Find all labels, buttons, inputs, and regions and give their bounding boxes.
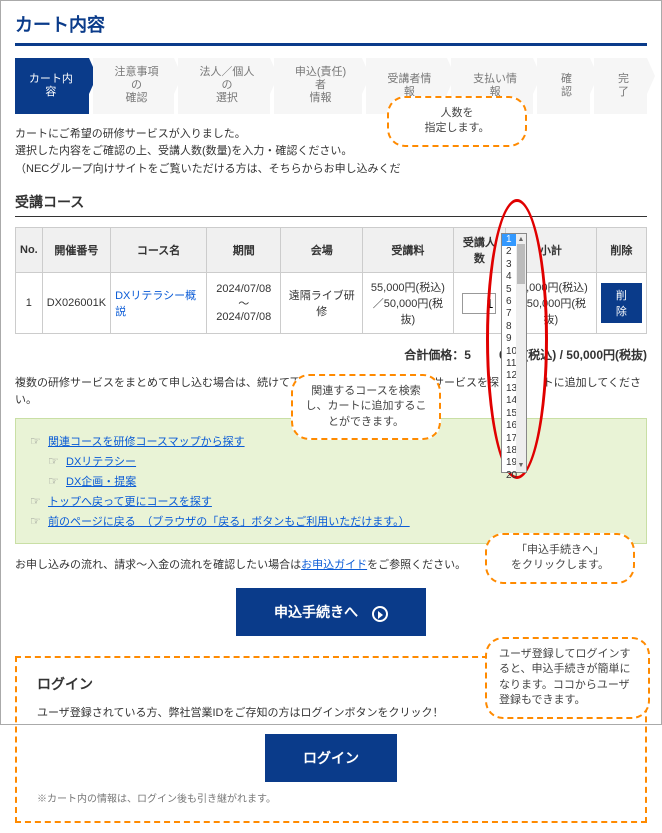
scrollbar[interactable] xyxy=(516,234,526,472)
th-fee: 受講料 xyxy=(363,228,454,273)
section-courses-heading: 受講コース xyxy=(15,192,647,217)
link-icon: ☞ xyxy=(30,494,44,508)
callout-quantity: 人数を指定します。 xyxy=(387,96,527,147)
login-button[interactable]: ログイン xyxy=(265,734,397,782)
step-confirm: 確認 xyxy=(537,58,590,114)
th-period: 期間 xyxy=(207,228,281,273)
intro-text: カートにご希望の研修サービスが入りました。 選択した内容をご確認の上、受講人数(… xyxy=(15,126,647,179)
page-title: カート内容 xyxy=(15,11,647,46)
cell-qty xyxy=(453,273,505,334)
link-icon: ☞ xyxy=(48,454,62,468)
link-icon: ☞ xyxy=(30,514,44,528)
courses-table: No. 開催番号 コース名 期間 会場 受講料 受講人数 小計 削除 1 DX0… xyxy=(15,227,647,334)
th-venue: 会場 xyxy=(281,228,363,273)
arrow-right-icon xyxy=(372,606,388,622)
progress-steps: カート内容 注意事項の確認 法人／個人の選択 申込(責任)者情報 受講者情報 支… xyxy=(15,58,647,114)
th-no: No. xyxy=(16,228,43,273)
total-price: 合計価格：500円(税込) / 50,000円(税抜) xyxy=(15,346,647,363)
related-map-link[interactable]: 関連コースを研修コースマップから探す xyxy=(48,436,245,448)
scrollbar-thumb[interactable] xyxy=(517,244,525,284)
link-icon: ☞ xyxy=(30,434,44,448)
step-done: 完了 xyxy=(594,58,647,114)
step-entity: 法人／個人の選択 xyxy=(178,58,269,114)
cell-no: 1 xyxy=(16,273,43,334)
related-dx-literacy-link[interactable]: DXリテラシー xyxy=(66,456,136,468)
related-dx-plan-link[interactable]: DX企画・提案 xyxy=(66,476,136,488)
callout-login: ユーザ登録してログインすると、申込手続きが簡単になります。ココからユーザ登録もで… xyxy=(485,637,650,719)
th-qty: 受講人数 xyxy=(453,228,505,273)
step-applicant: 申込(責任)者情報 xyxy=(274,58,362,114)
proceed-button[interactable]: 申込手続きへ xyxy=(236,588,426,636)
related-top-link[interactable]: トップへ戻って更にコースを探す xyxy=(48,496,212,508)
related-back-link[interactable]: 前のページに戻る （ブラウザの「戻る」ボタンもご利用いただけます。） xyxy=(48,516,410,528)
cell-fee: 55,000円(税込)／50,000円(税抜) xyxy=(363,273,454,334)
delete-button[interactable]: 削除 xyxy=(601,283,642,323)
step-notice: 注意事項の確認 xyxy=(93,58,175,114)
cell-delete: 削除 xyxy=(596,273,646,334)
cell-course-name[interactable]: DXリテラシー概説 xyxy=(111,273,207,334)
step-cart: カート内容 xyxy=(15,58,89,114)
th-del: 削除 xyxy=(596,228,646,273)
th-code: 開催番号 xyxy=(42,228,110,273)
table-row: 1 DX026001K DXリテラシー概説 2024/07/08～2024/07… xyxy=(16,273,647,334)
cell-code: DX026001K xyxy=(42,273,110,334)
cell-period: 2024/07/08～2024/07/08 xyxy=(207,273,281,334)
th-name: コース名 xyxy=(111,228,207,273)
login-note: ※カート内の情報は、ログイン後も引き継がれます。 xyxy=(37,790,625,805)
quantity-dropdown[interactable]: 1 2 3 4 5 6 7 8 9 10 11 12 13 14 15 16 1… xyxy=(501,233,527,473)
link-icon: ☞ xyxy=(48,474,62,488)
guide-link[interactable]: お申込ガイド xyxy=(301,559,367,571)
quantity-input[interactable] xyxy=(462,293,496,314)
callout-proceed: 「申込手続きへ」をクリックします。 xyxy=(485,533,635,584)
callout-related: 関連するコースを検索し、カートに追加することができます。 xyxy=(291,374,441,440)
cell-venue: 遠隔ライブ研修 xyxy=(281,273,363,334)
